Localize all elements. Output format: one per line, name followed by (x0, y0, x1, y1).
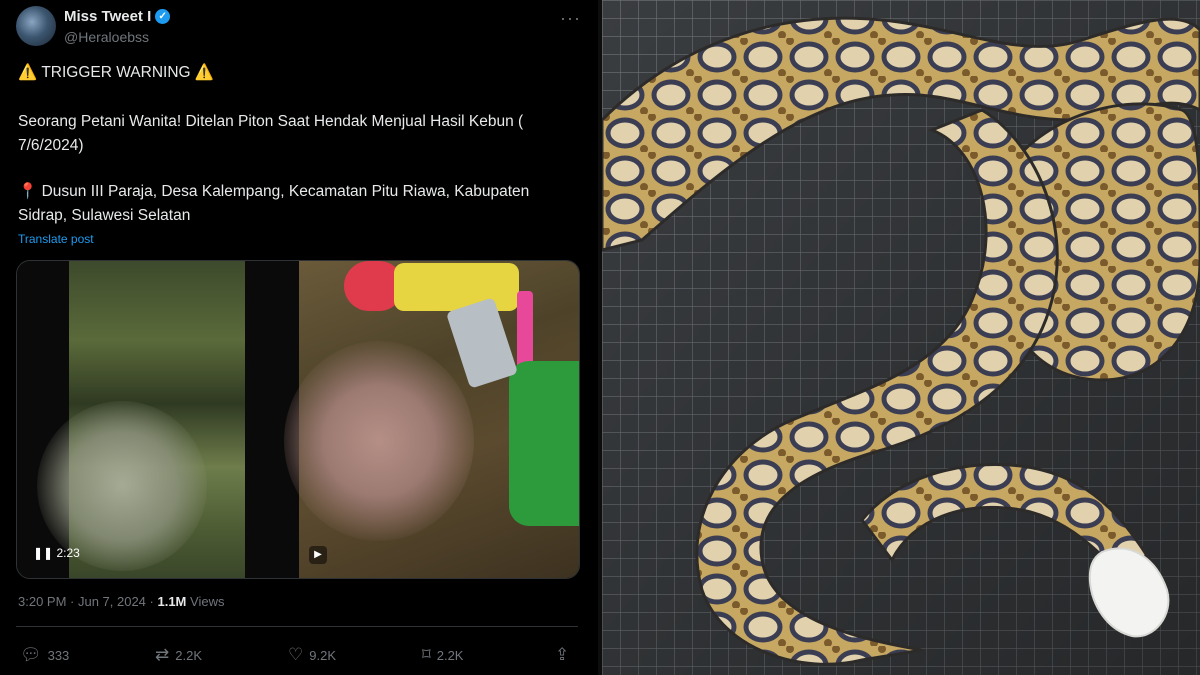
python-illustration (602, 0, 1200, 675)
timestamp[interactable]: 3:20 PM · Jun 7, 2024 · (18, 594, 154, 609)
author-name[interactable]: Miss Tweet I ✓ (64, 8, 171, 25)
translate-link[interactable]: Translate post (18, 232, 94, 246)
tweet-media[interactable]: ❚❚ 2:23 ▶ (16, 260, 580, 579)
share-icon: ⇪ (555, 645, 570, 664)
yellow-shirt (394, 263, 519, 311)
tweet-location-line1: 📍 Dusun III Paraja, Desa Kalempang, Keca… (18, 183, 530, 200)
bookmark-count: 2.2K (436, 647, 464, 663)
repost-icon: ⇄ (155, 645, 170, 664)
bookmark-icon: ⌑ (422, 645, 431, 664)
green-sleeve (509, 361, 579, 526)
censor-blur (284, 341, 474, 541)
verified-badge-icon: ✓ (155, 9, 171, 24)
trigger-warning-text: ⚠️ TRIGGER WARNING ⚠️ (18, 64, 215, 81)
heart-icon: ♡ (288, 645, 304, 664)
more-icon[interactable]: ··· (560, 8, 581, 29)
repost-button[interactable]: ⇄ 2.2K (155, 645, 202, 665)
photo-thumbnail-right[interactable] (284, 261, 579, 578)
tweet-headline: Seorang Petani Wanita! Ditelan Piton Saa… (18, 113, 524, 130)
tweet-panel: Miss Tweet I ✓ @Heraloebss ··· ⚠️ TRIGGE… (0, 0, 598, 675)
author-name-text: Miss Tweet I (64, 8, 152, 25)
tweet-location-line2: Sidrap, Sulawesi Selatan (18, 207, 191, 224)
tweet-meta: 3:20 PM · Jun 7, 2024 · 1.1M Views (18, 594, 224, 609)
author-handle[interactable]: @Heraloebss (64, 29, 149, 45)
python-photo (602, 0, 1200, 675)
video-time: 2:23 (56, 546, 80, 560)
reply-count: 333 (47, 647, 70, 663)
video-thumbnail-left[interactable]: ❚❚ 2:23 (17, 261, 299, 578)
play-icon[interactable]: ▶ (309, 546, 327, 564)
tweet-headline-date: 7/6/2024) (18, 137, 84, 154)
bookmark-button[interactable]: ⌑ 2.2K (422, 645, 463, 665)
reply-button[interactable]: 💬︎ 333 (20, 645, 69, 665)
repost-count: 2.2K (175, 647, 202, 663)
like-button[interactable]: ♡ 9.2K (288, 645, 336, 665)
divider (16, 626, 578, 627)
reply-icon: 💬︎ (20, 645, 42, 664)
views-label: Views (190, 594, 225, 609)
share-button[interactable]: ⇪ (555, 645, 569, 665)
video-time-indicator[interactable]: ❚❚ 2:23 (33, 546, 80, 560)
avatar[interactable] (16, 6, 56, 46)
like-count: 9.2K (309, 647, 336, 663)
views-count: 1.1M (157, 594, 187, 609)
